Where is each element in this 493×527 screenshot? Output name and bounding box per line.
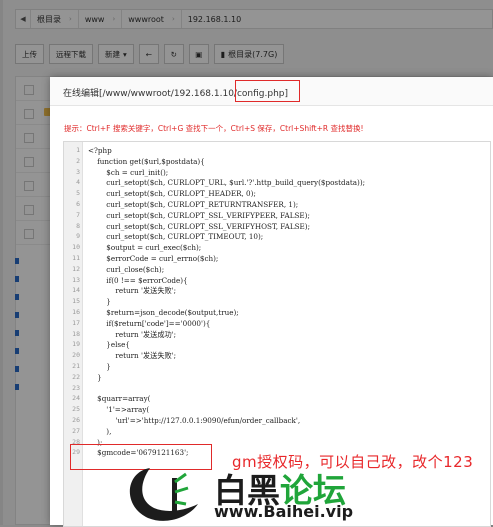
line-number: 13 [72, 275, 80, 284]
code-line: curl_setopt($ch, CURLOPT_SSL_VERIFYHOST,… [88, 221, 310, 231]
code-line: $output = curl_exec($ch); [88, 243, 202, 253]
code-line: }else{ [88, 340, 130, 350]
code-line: '1'=>array( [88, 405, 150, 415]
code-line: <?php [88, 146, 112, 155]
code-line: return '发送失败'; [88, 351, 177, 361]
line-number: 19 [72, 340, 80, 349]
line-number: 27 [72, 426, 80, 435]
line-number: 4 [76, 178, 80, 187]
line-number: 11 [72, 254, 80, 262]
line-number: 3 [76, 167, 80, 176]
line-number: 5 [76, 189, 80, 198]
code-line: curl_setopt($ch, CURLOPT_URL, $url.'?'.h… [88, 178, 366, 188]
code-line: ), [88, 426, 112, 436]
line-number: 22 [72, 372, 80, 381]
shortcut-tip: 提示：Ctrl+F 搜索关键字，Ctrl+G 查找下一个，Ctrl+S 保存，C… [64, 124, 364, 133]
code-line: function get($url,$postdata){ [88, 156, 205, 166]
code-line: } [88, 362, 111, 371]
line-number: 23 [72, 383, 80, 392]
code-line: curl_setopt($ch, CURLOPT_HEADER, 0); [88, 189, 256, 199]
dialog-header: 在线编辑[/www/wwwroot/192.168.1.10/config.ph… [50, 77, 493, 106]
baihei-logo-icon [129, 468, 198, 521]
code-line: return '发送成功'; [88, 329, 177, 339]
line-number: 24 [72, 394, 80, 403]
line-number: 26 [72, 416, 80, 424]
code-line: $errorCode = curl_errno($ch); [88, 254, 219, 263]
line-number: 20 [72, 351, 80, 360]
line-number: 25 [72, 405, 80, 414]
code-line: $quarr=array( [88, 394, 151, 404]
line-number: 16 [72, 308, 80, 316]
code-line: 'url'=>'http://127.0.0.1:9090/efun/order… [88, 416, 301, 425]
code-line: return '发送失败'; [88, 286, 177, 296]
watermark-url: www.Baihei.vip [214, 502, 354, 521]
code-line: } [88, 372, 102, 382]
code-line: } [88, 297, 111, 307]
code-line: curl_close($ch); [88, 264, 165, 274]
code-line: $ch = curl_init(); [88, 167, 169, 177]
line-number: 21 [72, 362, 80, 370]
line-number: 10 [72, 243, 80, 252]
code-line: curl_setopt($ch, CURLOPT_RETURNTRANSFER,… [88, 200, 299, 209]
line-number: 18 [72, 329, 80, 338]
code-line: curl_setopt($ch, CURLOPT_SSL_VERIFYPEER,… [88, 210, 310, 220]
code-line: if($return['code']=='0000'){ [88, 318, 211, 328]
line-number: 1 [76, 146, 80, 154]
line-number: 9 [76, 232, 80, 241]
line-number: 12 [72, 264, 80, 273]
code-line: if(0 !== $errorCode){ [88, 275, 188, 285]
line-number: 14 [72, 286, 80, 295]
code-line: $return=json_decode($output,true); [88, 308, 239, 317]
line-number: 15 [72, 297, 80, 306]
line-number: 17 [72, 318, 80, 327]
filename-highlight-box [235, 80, 300, 102]
line-number: 6 [76, 200, 80, 208]
line-number: 2 [76, 156, 80, 165]
code-line: curl_setopt($ch, CURLOPT_TIMEOUT, 10); [88, 232, 264, 242]
line-number: 8 [76, 221, 80, 230]
line-number: 7 [76, 210, 80, 219]
